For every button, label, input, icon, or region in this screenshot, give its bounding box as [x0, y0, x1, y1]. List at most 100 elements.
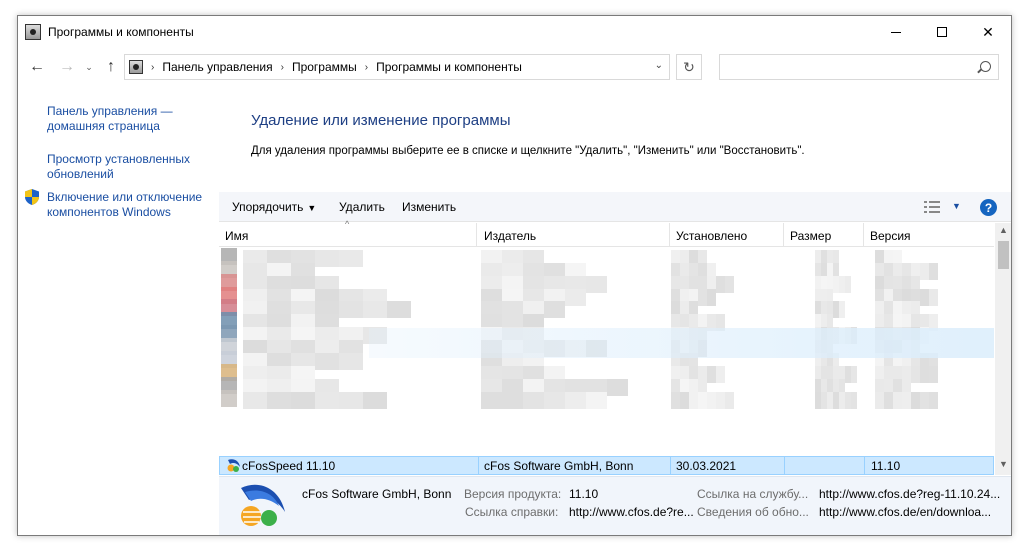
- blurred-text-block: [725, 392, 734, 409]
- cfosspeed-large-icon: [241, 484, 285, 526]
- blurred-text-block: [481, 392, 502, 409]
- details-pane: cFos Software GmbH, Bonn Версия продукта…: [219, 476, 1011, 535]
- column-header-version[interactable]: Версия: [864, 223, 994, 247]
- breadcrumb-programs[interactable]: Программы: [292, 60, 357, 74]
- close-icon: ✕: [982, 23, 994, 40]
- blurred-text-block: [363, 301, 387, 318]
- breadcrumb-control-panel[interactable]: Панель управления: [162, 60, 272, 74]
- blurred-text-block: [586, 392, 607, 409]
- column-header-publisher[interactable]: Издатель: [478, 223, 670, 247]
- blurred-text-block: [267, 392, 291, 409]
- close-button[interactable]: ✕: [965, 16, 1011, 48]
- sort-ascending-icon: ^: [345, 219, 350, 229]
- table-header: Имя ^ Издатель Установлено Размер Версия: [219, 219, 994, 247]
- blurred-text-block: [845, 276, 851, 293]
- window-title: Программы и компоненты: [48, 25, 194, 39]
- organize-button[interactable]: Упорядочить ▼: [232, 200, 316, 214]
- uac-shield-icon: [25, 189, 39, 205]
- details-support-link-label: Ссылка на службу...: [697, 487, 809, 501]
- blurred-text-block: [716, 276, 725, 293]
- help-icon[interactable]: ?: [980, 199, 997, 216]
- blurred-text-block: [291, 392, 315, 409]
- up-button[interactable]: ↑: [100, 56, 122, 78]
- blurred-text-block: [707, 392, 716, 409]
- blurred-text-block: [698, 392, 707, 409]
- navigation-bar: ← → ⌄ ↑ › Панель управления › Программы …: [18, 48, 1011, 88]
- details-publisher: cFos Software GmbH, Bonn: [302, 487, 452, 501]
- blurred-text-block: [671, 392, 680, 409]
- sidebar-link-control-panel-home[interactable]: Панель управления — домашняя страница: [47, 104, 217, 134]
- row-publisher: cFos Software GmbH, Bonn: [484, 459, 634, 473]
- blurred-text-block: [363, 392, 387, 409]
- blurred-text-block: [929, 392, 938, 409]
- vertical-scrollbar[interactable]: ▲ ▼: [995, 223, 1011, 475]
- control-panel-icon: [25, 24, 41, 40]
- arrow-up-icon: ↑: [107, 58, 115, 75]
- blurred-program-icon: [221, 390, 237, 407]
- breadcrumb-separator[interactable]: ›: [281, 62, 284, 73]
- details-support-link[interactable]: http://www.cfos.de?reg-11.10.24...: [819, 487, 1000, 501]
- details-product-version: 11.10: [569, 487, 599, 501]
- details-update-info[interactable]: http://www.cfos.de/en/downloa...: [819, 505, 991, 519]
- search-icon[interactable]: [980, 61, 991, 72]
- row-version: 11.10: [871, 459, 901, 473]
- address-bar[interactable]: › Панель управления › Программы › Програ…: [124, 54, 670, 80]
- blurred-text-block: [875, 392, 884, 409]
- refresh-icon: ↻: [683, 58, 695, 75]
- blurred-text-block: [315, 250, 339, 267]
- change-button[interactable]: Изменить: [402, 200, 456, 214]
- blurred-text-block: [339, 392, 363, 409]
- details-help-link[interactable]: http://www.cfos.de?re...: [569, 505, 694, 519]
- page-title: Удаление или изменение программы: [251, 112, 511, 129]
- scroll-up-icon[interactable]: ▲: [995, 225, 1011, 239]
- blurred-text-block: [893, 392, 902, 409]
- left-pane: Панель управления — домашняя страница Пр…: [18, 88, 218, 535]
- search-box[interactable]: [719, 54, 999, 80]
- blurred-text-block: [565, 289, 586, 306]
- chevron-down-icon: ⌄: [85, 61, 93, 72]
- breadcrumb-separator[interactable]: ›: [365, 62, 368, 73]
- arrow-right-icon: →: [59, 58, 75, 75]
- search-input[interactable]: [724, 58, 964, 76]
- command-bar: Упорядочить ▼ Удалить Изменить ▼ ?: [219, 192, 1011, 222]
- uninstall-button[interactable]: Удалить: [339, 200, 385, 214]
- page-description: Для удаления программы выберите ее в спи…: [251, 145, 805, 157]
- blurred-text-block: [911, 366, 920, 383]
- blurred-text-block: [707, 289, 716, 306]
- back-button[interactable]: ←: [24, 56, 50, 78]
- sidebar-link-installed-updates[interactable]: Просмотр установленных обновлений: [47, 152, 217, 182]
- address-dropdown-icon[interactable]: ⌄: [655, 60, 663, 71]
- program-list[interactable]: [219, 248, 994, 456]
- blurred-text-block: [544, 392, 565, 409]
- blurred-text-block: [339, 301, 363, 318]
- details-help-link-label: Ссылка справки:: [465, 505, 559, 519]
- scroll-thumb[interactable]: [998, 241, 1009, 269]
- blurred-text-block: [544, 301, 565, 318]
- blurred-text-block: [698, 289, 707, 306]
- breadcrumb-programs-and-features[interactable]: Программы и компоненты: [376, 60, 522, 74]
- column-header-installed[interactable]: Установлено: [670, 223, 784, 247]
- programs-window: Программы и компоненты ✕ ← → ⌄ ↑ › Панел…: [17, 15, 1012, 536]
- breadcrumb-separator: ›: [151, 61, 155, 73]
- blurred-text-block: [884, 392, 893, 409]
- forward-button[interactable]: →: [54, 56, 80, 78]
- column-header-size[interactable]: Размер: [784, 223, 864, 247]
- minimize-button[interactable]: [873, 16, 919, 48]
- blurred-text-block: [929, 263, 938, 280]
- minimize-icon: [891, 31, 901, 33]
- arrow-left-icon: ←: [29, 58, 45, 75]
- cfosspeed-icon: [227, 459, 240, 472]
- view-details-icon[interactable]: [924, 201, 940, 213]
- refresh-button[interactable]: ↻: [676, 54, 702, 80]
- blurred-text-block: [851, 366, 857, 383]
- table-row-selected[interactable]: cFosSpeed 11.10 cFos Software GmbH, Bonn…: [219, 456, 994, 475]
- blurred-text-block: [716, 392, 725, 409]
- view-options-dropdown[interactable]: ▼: [952, 201, 961, 211]
- row-installed: 30.03.2021: [676, 459, 737, 473]
- sidebar-link-windows-features[interactable]: Включение или отключение компонентов Win…: [47, 190, 217, 220]
- scroll-down-icon[interactable]: ▼: [995, 459, 1011, 473]
- details-product-version-label: Версия продукта:: [464, 487, 562, 501]
- recent-locations-button[interactable]: ⌄: [82, 56, 96, 78]
- maximize-button[interactable]: [919, 16, 965, 48]
- maximize-icon: [937, 27, 947, 37]
